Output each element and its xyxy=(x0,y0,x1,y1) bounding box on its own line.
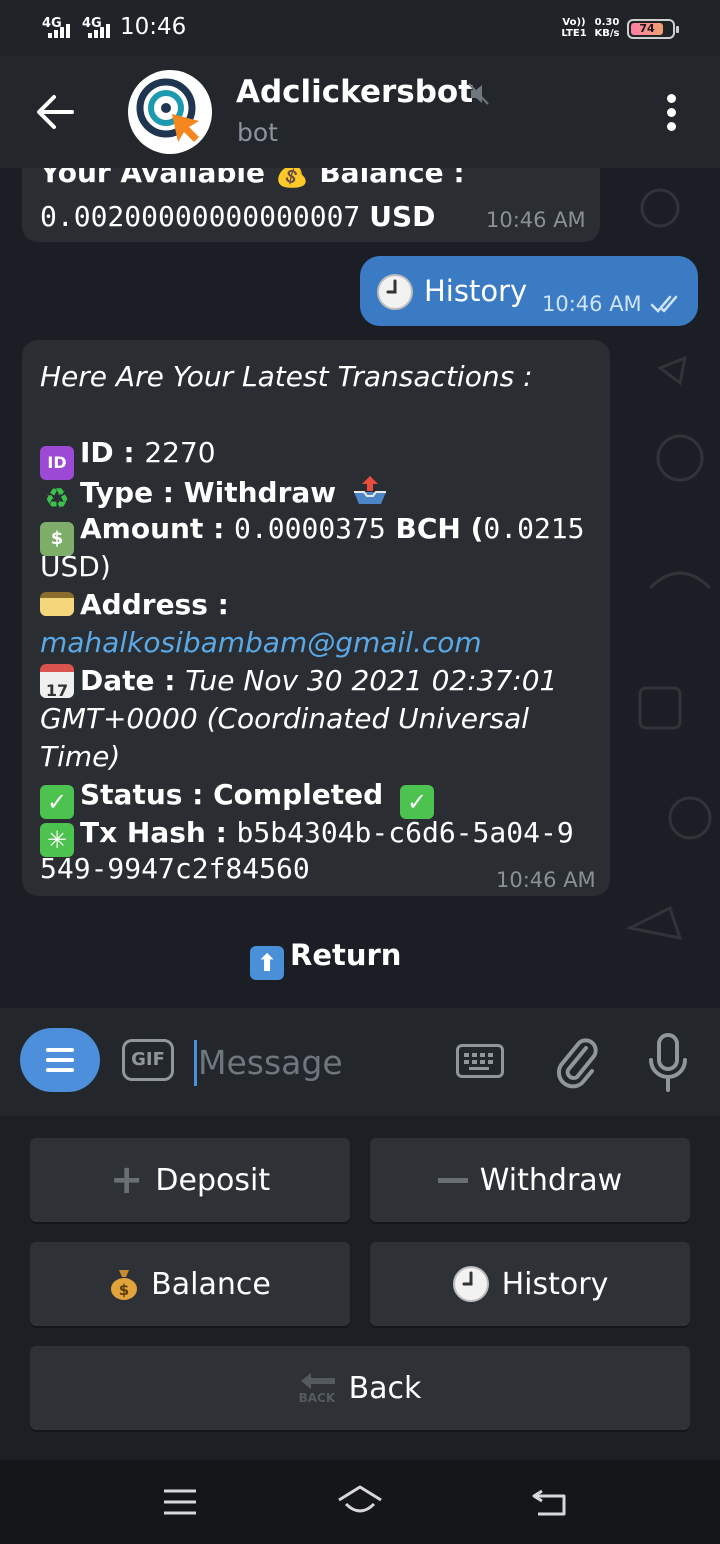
tx-type: Type : Withdraw xyxy=(80,476,337,509)
chat-header: Adclickersbot bot xyxy=(0,56,720,168)
svg-text:$: $ xyxy=(119,1281,129,1299)
message-composer: GIF xyxy=(0,1008,720,1116)
message-input[interactable] xyxy=(198,1034,438,1090)
battery-icon: 74 xyxy=(627,19,679,39)
tx-date-line: 17 Date : Tue Nov 30 2021 02:37:01 xyxy=(40,664,558,700)
tx-hash-line: ✳ Tx Hash : b5b4304b-c6d6-5a04-9 xyxy=(40,816,574,857)
clock-icon xyxy=(452,1266,489,1302)
clock-icon xyxy=(377,274,413,310)
up-arrow-icon: ⬆ xyxy=(250,946,284,980)
microphone-icon[interactable] xyxy=(646,1032,690,1094)
check-mark-icon: ✓ xyxy=(400,785,435,819)
arrow-left-icon[interactable] xyxy=(34,92,76,132)
target-cursor-icon xyxy=(136,78,199,142)
bot-avatar[interactable] xyxy=(128,70,212,154)
money-bag-icon: $ xyxy=(111,1270,138,1300)
balance-value-line: 0.00200000000000007 USD xyxy=(40,200,435,233)
history-outgoing-message: History 10:46 AM xyxy=(360,256,698,326)
double-check-icon xyxy=(650,295,678,313)
bot-keyboard: + Deposit Withdraw $ Balance History BACK… xyxy=(0,1116,720,1460)
transactions-heading: Here Are Your Latest Transactions : xyxy=(40,360,533,393)
tx-amount-usd-unit: USD) xyxy=(40,550,111,583)
system-nav-bar xyxy=(0,1460,720,1544)
tx-amount-line: $ Amount : 0.0000375 BCH (0.0215 xyxy=(40,512,585,556)
bot-menu-button[interactable] xyxy=(20,1028,100,1092)
message-time: 10:46 AM xyxy=(496,868,596,892)
status-time: 10:46 xyxy=(120,14,187,40)
tx-status-line: ✓ Status : Completed ✓ xyxy=(40,778,440,819)
tx-address-line: Address : xyxy=(40,588,229,621)
balance-label: Your Available 💰 Balance : xyxy=(40,168,465,189)
tx-hash: b5b4304b-c6d6-5a04-9 xyxy=(236,816,574,849)
balance-button[interactable]: $ Balance xyxy=(30,1242,350,1326)
chat-title: Adclickersbot xyxy=(236,74,474,110)
home-icon[interactable] xyxy=(336,1484,384,1520)
volte-indicator: Vo)) LTE1 xyxy=(561,17,587,39)
battery-level: 74 xyxy=(631,23,663,35)
back-button[interactable]: BACK Back xyxy=(30,1346,690,1430)
recents-menu-icon[interactable] xyxy=(162,1488,198,1516)
tx-id: 2270 xyxy=(144,436,216,469)
balance-message: Your Available 💰 Balance : 0.00200000000… xyxy=(22,168,600,242)
speaker-muted-icon xyxy=(468,83,489,105)
tx-type-line: ♻ Type : Withdraw xyxy=(40,474,389,516)
network-speed: 0.30 KB/s xyxy=(594,17,620,39)
history-button[interactable]: History xyxy=(370,1242,690,1326)
system-back-icon[interactable] xyxy=(530,1488,568,1518)
return-inline-button[interactable]: ⬆ Return xyxy=(250,938,401,980)
keyboard-icon[interactable] xyxy=(456,1044,504,1078)
tx-date: Tue Nov 30 2021 02:37:01 xyxy=(185,664,558,697)
tx-hash-cont: 549-9947c2f84560 xyxy=(40,852,310,885)
withdraw-button[interactable]: Withdraw xyxy=(370,1138,690,1222)
status-bar: 4G 4G 10:46 Vo)) LTE1 0.30 KB/s 74 xyxy=(0,0,720,56)
deposit-button[interactable]: + Deposit xyxy=(30,1138,350,1222)
tx-amount: 0.0000375 xyxy=(234,512,386,545)
check-mark-icon: ✓ xyxy=(40,785,74,819)
tx-date-cont-2: Time) xyxy=(40,740,121,773)
tx-date-cont-1: GMT+0000 (Coordinated Universal xyxy=(40,702,530,735)
balance-unit: USD xyxy=(369,200,436,233)
chat-area[interactable]: Your Available 💰 Balance : 0.00200000000… xyxy=(0,168,720,1008)
message-time: 10:46 AM xyxy=(542,292,642,316)
tx-address-link[interactable]: mahalkosibambam@gmail.com xyxy=(40,626,482,659)
balance-value: 0.00200000000000007 xyxy=(40,200,361,233)
history-text: History xyxy=(424,274,528,308)
text-cursor xyxy=(194,1040,197,1086)
tx-amount-usd: 0.0215 xyxy=(483,512,585,545)
message-time: 10:46 AM xyxy=(486,208,586,232)
plus-icon: + xyxy=(109,1157,144,1203)
return-label: Return xyxy=(290,938,402,972)
minus-icon xyxy=(437,1177,468,1183)
more-vertical-icon[interactable] xyxy=(664,94,680,132)
recycle-icon: ♻ xyxy=(44,482,70,515)
signal-bars-2-icon xyxy=(88,20,114,38)
gif-icon[interactable]: GIF xyxy=(122,1039,174,1081)
calendar-icon: 17 xyxy=(40,664,74,700)
credit-card-icon xyxy=(40,592,74,616)
transactions-message: Here Are Your Latest Transactions : ID ID… xyxy=(22,340,610,896)
paperclip-icon[interactable] xyxy=(552,1034,600,1090)
outbox-tray-icon xyxy=(354,476,387,504)
chat-subtitle: bot xyxy=(237,118,278,147)
signal-bars-1-icon xyxy=(48,20,74,38)
back-arrow-icon: BACK xyxy=(299,1371,337,1405)
tx-status: Status : Completed xyxy=(80,778,384,811)
